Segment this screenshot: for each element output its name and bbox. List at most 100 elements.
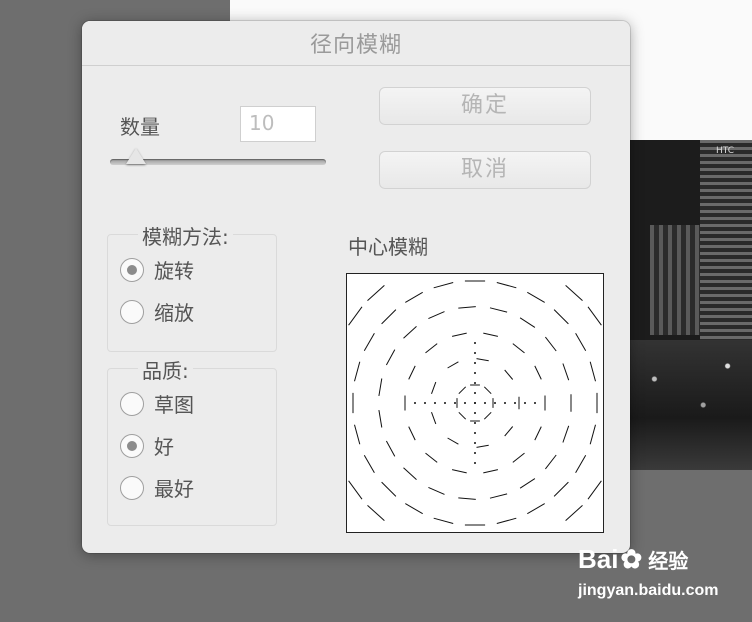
blur-dot xyxy=(414,402,416,404)
blur-stroke xyxy=(489,307,508,313)
blur-stroke xyxy=(545,336,557,352)
blur-stroke xyxy=(512,452,525,463)
radio-label: 好 xyxy=(154,435,174,459)
blur-dot xyxy=(474,452,476,454)
tower-building xyxy=(700,140,752,370)
blur-stroke xyxy=(562,363,570,381)
blur-stroke xyxy=(527,291,545,303)
blur-stroke xyxy=(348,306,363,326)
radio-option-zoom[interactable]: 缩放 xyxy=(120,297,194,326)
ok-button[interactable]: 确定 xyxy=(379,87,591,125)
radio-button[interactable] xyxy=(120,391,144,416)
blur-pattern-graphic xyxy=(348,280,602,526)
blur-dot xyxy=(454,402,456,404)
blur-stroke xyxy=(575,455,587,473)
baidu-logo: Bai ✿ 经验 xyxy=(578,544,688,575)
blur-stroke xyxy=(433,517,454,524)
radio-button[interactable] xyxy=(120,433,144,458)
blur-stroke xyxy=(367,505,385,521)
blur-stroke xyxy=(553,481,569,497)
radio-label: 缩放 xyxy=(154,301,194,325)
radio-button[interactable] xyxy=(120,299,144,324)
blur-center-preview[interactable] xyxy=(346,273,604,533)
blur-stroke xyxy=(534,426,542,441)
blur-stroke xyxy=(381,309,397,325)
blur-stroke xyxy=(385,349,396,366)
blur-dot xyxy=(474,412,476,414)
amount-label: 数量 xyxy=(120,115,160,139)
blur-stroke xyxy=(458,411,467,420)
blur-stroke xyxy=(562,425,570,443)
blur-dot xyxy=(484,402,486,404)
blur-stroke xyxy=(545,454,557,470)
blur-stroke xyxy=(348,480,363,500)
radio-option-good[interactable]: 好 xyxy=(120,431,174,460)
blur-dot xyxy=(474,442,476,444)
blur-dot xyxy=(464,402,466,404)
tower-sign: HTC xyxy=(716,146,735,156)
blur-method-legend: 模糊方法: xyxy=(138,221,233,250)
blur-stroke xyxy=(519,317,536,328)
blur-dot xyxy=(474,382,476,384)
blur-stroke xyxy=(428,311,445,320)
blur-stroke xyxy=(483,332,499,337)
city-lights xyxy=(630,340,752,470)
dialog-title: 径向模糊 xyxy=(309,33,402,58)
blur-stroke xyxy=(589,424,596,445)
blur-stroke xyxy=(403,467,417,480)
blur-stroke xyxy=(408,426,416,441)
radio-option-draft[interactable]: 草图 xyxy=(120,389,194,418)
blur-stroke xyxy=(565,285,583,301)
blur-stroke xyxy=(589,361,596,382)
blur-dot xyxy=(444,402,446,404)
blur-stroke xyxy=(458,306,476,309)
blur-stroke xyxy=(428,486,445,495)
watermark-url: jingyan.baidu.com xyxy=(578,582,719,599)
blur-stroke xyxy=(504,369,514,380)
radio-button[interactable] xyxy=(120,475,144,500)
blur-center-label: 中心模糊 xyxy=(348,235,428,259)
blur-dot xyxy=(474,422,476,424)
blur-stroke xyxy=(483,469,499,474)
amount-slider-thumb[interactable] xyxy=(126,148,146,164)
radio-option-spin[interactable]: 旋转 xyxy=(120,255,194,284)
blur-stroke xyxy=(378,378,383,396)
cancel-button[interactable]: 取消 xyxy=(379,151,591,189)
blur-dot xyxy=(504,402,506,404)
blur-stroke xyxy=(496,282,517,289)
blur-stroke xyxy=(451,469,467,474)
quality-legend: 品质: xyxy=(138,355,193,384)
radio-label: 最好 xyxy=(154,477,194,501)
radio-label: 旋转 xyxy=(154,259,194,283)
blur-dot xyxy=(434,402,436,404)
amount-input[interactable]: 10 xyxy=(240,106,316,142)
blur-stroke xyxy=(363,455,375,473)
radio-label: 草图 xyxy=(154,393,194,417)
blur-stroke xyxy=(553,309,569,325)
blur-stroke xyxy=(476,358,489,362)
blur-stroke xyxy=(458,497,476,500)
blur-stroke xyxy=(519,478,536,489)
radio-option-best[interactable]: 最好 xyxy=(120,473,194,502)
blur-stroke xyxy=(378,410,383,428)
radio-button[interactable] xyxy=(120,257,144,282)
paw-icon: ✿ xyxy=(620,544,643,574)
blur-stroke xyxy=(405,503,423,515)
blur-stroke xyxy=(565,505,583,521)
building xyxy=(650,225,700,335)
blur-stroke xyxy=(458,386,467,395)
blur-stroke xyxy=(425,343,438,354)
blur-stroke xyxy=(425,452,438,463)
blur-dot xyxy=(494,402,496,404)
dialog-titlebar[interactable]: 径向模糊 xyxy=(82,21,630,66)
blur-stroke xyxy=(433,282,454,289)
blur-stroke xyxy=(408,365,416,380)
blur-stroke xyxy=(504,426,514,437)
blur-dot xyxy=(424,402,426,404)
blur-dot xyxy=(474,462,476,464)
blur-stroke xyxy=(483,386,492,395)
radial-blur-dialog: 径向模糊 数量 10 确定 取消 模糊方法: 旋转 缩放 品质: 草图 好 最好 xyxy=(82,21,630,553)
blur-stroke xyxy=(447,361,459,369)
blur-stroke xyxy=(367,285,385,301)
blur-dot xyxy=(474,342,476,344)
